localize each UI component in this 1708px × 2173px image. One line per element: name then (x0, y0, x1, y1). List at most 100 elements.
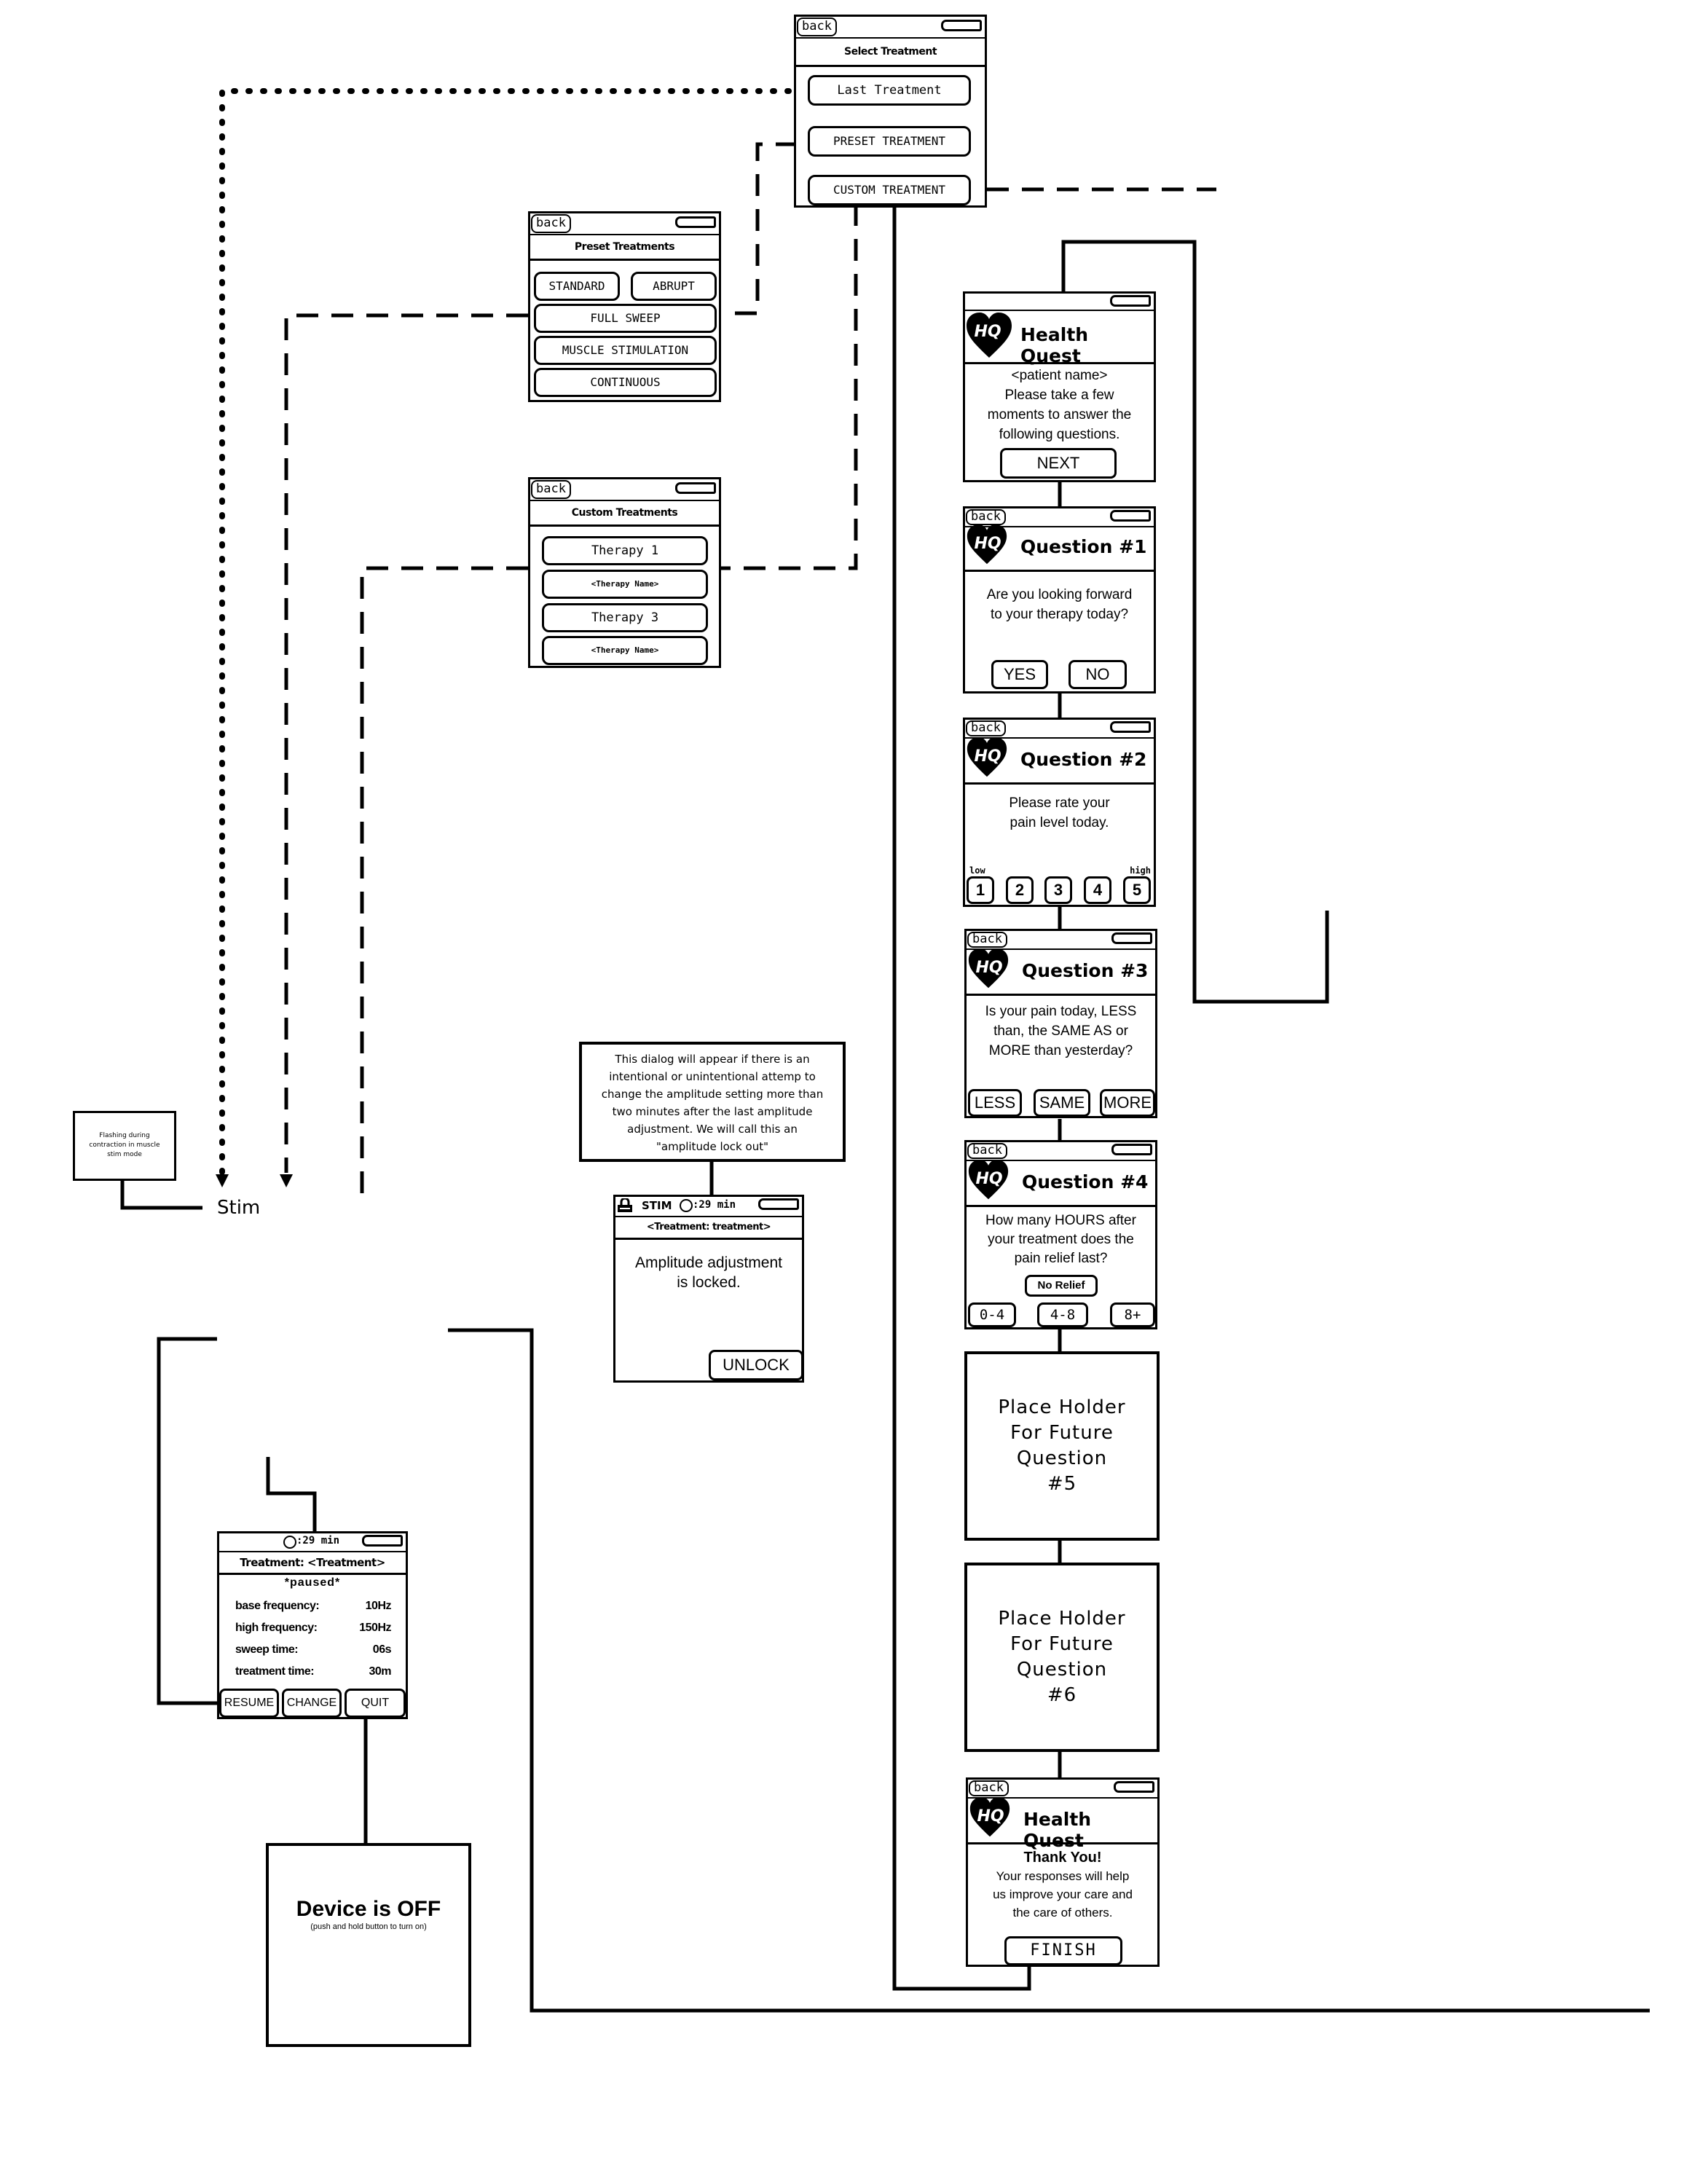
connector-custom (721, 204, 858, 570)
message-line: following questions. (999, 427, 1120, 442)
resume-button[interactable]: RESUME (219, 1689, 279, 1718)
standard-button[interactable]: STANDARD (534, 272, 620, 301)
therapy-name-button[interactable]: <Therapy Name> (542, 570, 708, 599)
quit-button[interactable]: QUIT (345, 1689, 406, 1718)
paused-treatment-screen: :29 min Treatment: <Treatment> *paused* … (217, 1531, 408, 1719)
last-treatment-button[interactable]: Last Treatment (808, 75, 971, 106)
full-sweep-button[interactable]: FULL SWEEP (534, 304, 717, 333)
message-line: Amplitude adjustment (635, 1254, 782, 1271)
placeholder-line: For Future (1010, 1633, 1114, 1655)
high-label: high (1130, 865, 1151, 876)
hours-8-plus-button[interactable]: 8+ (1110, 1302, 1155, 1327)
question-2-screen: back HQ Question #2 Please rate your pai… (963, 718, 1156, 907)
rating-4-button[interactable]: 4 (1084, 876, 1111, 904)
rating-1-button[interactable]: 1 (967, 876, 994, 904)
back-button[interactable]: back (967, 932, 1007, 948)
status-bar: back (965, 720, 1154, 739)
battery-icon (941, 20, 982, 31)
note-line: Flashing during (99, 1132, 150, 1139)
continuous-button[interactable]: CONTINUOUS (534, 368, 717, 397)
custom-treatment-button[interactable]: CUSTOM TREATMENT (808, 175, 971, 205)
abrupt-button[interactable]: ABRUPT (631, 272, 717, 301)
rating-3-button[interactable]: 3 (1044, 876, 1072, 904)
question-line: to your therapy today? (990, 607, 1129, 622)
battery-icon (1110, 721, 1151, 733)
back-button[interactable]: back (969, 1780, 1009, 1796)
hq-header: HQ Question #4 (967, 1161, 1155, 1207)
hq-heart-logo-icon: HQ (967, 737, 1007, 778)
connector-paused-loop (157, 1337, 219, 1705)
status-bar: back (530, 213, 719, 235)
amplitude-locked-screen: STIM :29 min <Treatment: treatment> Ampl… (613, 1195, 804, 1383)
back-button[interactable]: back (966, 720, 1006, 736)
hq-heart-logo-icon: HQ (968, 948, 1009, 989)
therapy-1-button[interactable]: Therapy 1 (542, 536, 708, 565)
flow-connectors (120, 88, 1650, 2013)
status-bar: STIM :29 min (615, 1197, 802, 1217)
note-line: adjustment. We will call this an (627, 1123, 798, 1136)
preset-treatment-button[interactable]: PRESET TREATMENT (808, 126, 971, 157)
question-text: How many HOURS after your treatment does… (967, 1207, 1155, 1268)
placeholder-line: For Future (1010, 1422, 1114, 1444)
hq-heart-logo-icon: HQ (969, 1797, 1010, 1838)
unlock-button[interactable]: UNLOCK (709, 1350, 803, 1380)
question-text: Please rate your pain level today. (965, 785, 1154, 833)
placeholder-question-6: Place Holder For Future Question #6 (964, 1563, 1160, 1752)
question-3-screen: back HQ Question #3 Is your pain today, … (964, 929, 1157, 1118)
battery-icon (1110, 510, 1151, 522)
low-label: low (969, 865, 985, 876)
hours-0-4-button[interactable]: 0-4 (968, 1302, 1016, 1327)
hours-4-8-button[interactable]: 4-8 (1037, 1302, 1088, 1327)
stat-label: sweep time: (235, 1643, 299, 1656)
battery-icon (1111, 1144, 1152, 1155)
custom-treatments-screen: back Custom Treatments Therapy 1 <Therap… (528, 477, 721, 668)
yes-button[interactable]: YES (991, 660, 1048, 689)
back-button[interactable]: back (531, 214, 571, 233)
change-button[interactable]: CHANGE (282, 1689, 342, 1718)
status-bar (965, 294, 1154, 310)
treatment-stats: base frequency: 10Hz high frequency: 150Hz… (219, 1591, 406, 1683)
question-4-screen: back HQ Question #4 How many HOURS after… (964, 1140, 1157, 1329)
stim-label: Stim (217, 1197, 261, 1219)
note-line: contraction in muscle (89, 1141, 160, 1149)
mode-label: STIM (642, 1199, 672, 1212)
same-button[interactable]: SAME (1034, 1089, 1090, 1117)
back-button[interactable]: back (797, 17, 837, 36)
back-button[interactable]: back (966, 509, 1006, 525)
amplitude-lockout-note: This dialog will appear if there is an i… (579, 1042, 846, 1162)
screen-title: Question #3 (1022, 960, 1149, 981)
flashing-note: Flashing during contraction in muscle st… (73, 1111, 176, 1181)
battery-icon (362, 1535, 403, 1547)
timer: :29 min (693, 1199, 736, 1211)
more-button[interactable]: MORE (1100, 1089, 1155, 1117)
thanks-message: Thank You! Your responses will help us i… (968, 1844, 1157, 1922)
therapy-name-button[interactable]: <Therapy Name> (542, 636, 708, 665)
hq-heart-logo-icon: HQ (967, 313, 1012, 359)
placeholder-line: Place Holder (998, 1608, 1126, 1630)
finish-button[interactable]: FINISH (1004, 1936, 1122, 1965)
question-line: Is your pain today, LESS (985, 1004, 1137, 1019)
arrow-down-icon (216, 1174, 229, 1187)
treatment-label: Treatment: <Treatment> (219, 1552, 406, 1575)
back-button[interactable]: back (531, 480, 571, 499)
svg-text:HQ: HQ (975, 959, 1002, 977)
no-button[interactable]: NO (1069, 660, 1127, 689)
question-line: than, the SAME AS or (993, 1023, 1128, 1039)
stat-value: 150Hz (359, 1622, 391, 1634)
screen-title: Question #2 (1020, 749, 1147, 770)
rating-5-button[interactable]: 5 (1123, 876, 1151, 904)
battery-icon (1114, 1781, 1154, 1793)
no-relief-button[interactable]: No Relief (1025, 1275, 1098, 1297)
device-off-screen: Device is OFF (push and hold button to t… (266, 1843, 471, 2047)
rating-2-button[interactable]: 2 (1006, 876, 1034, 904)
muscle-stimulation-button[interactable]: MUSCLE STIMULATION (534, 336, 717, 365)
next-button[interactable]: NEXT (1000, 448, 1117, 479)
therapy-3-button[interactable]: Therapy 3 (542, 603, 708, 632)
connector-preset-stim (284, 313, 528, 1173)
hq-header: HQ Question #1 (965, 527, 1154, 572)
less-button[interactable]: LESS (968, 1089, 1022, 1117)
screen-title: Health Quest (1023, 1809, 1092, 1851)
back-button[interactable]: back (967, 1143, 1007, 1159)
stat-row: base frequency: 10Hz (219, 1595, 406, 1617)
screen-title: Preset Treatments (530, 235, 719, 261)
